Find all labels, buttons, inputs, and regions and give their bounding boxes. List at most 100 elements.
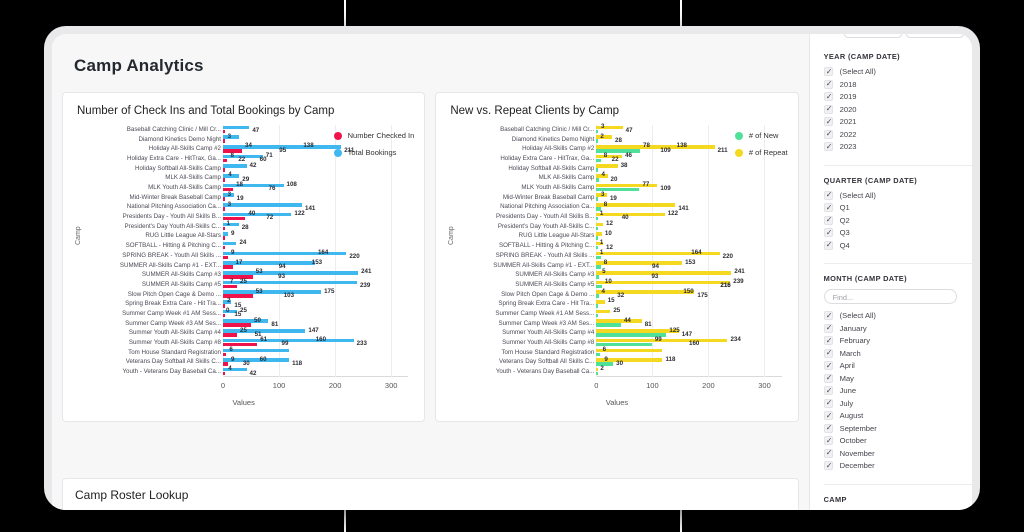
chart-bar-group[interactable] [223,270,408,279]
chart-bar-group[interactable] [596,241,781,250]
chart-bar[interactable] [223,255,229,260]
filter-month-option[interactable]: July [823,397,972,409]
chart-bar[interactable] [596,139,598,143]
filter-year-option[interactable]: 2021 [823,116,972,128]
chart-bar-group[interactable] [596,299,781,308]
chart-bar[interactable] [596,203,676,207]
checkbox-checked-icon[interactable] [823,66,834,78]
checkbox-checked-icon[interactable] [823,422,834,434]
checkbox-checked-icon[interactable] [823,385,834,397]
legend-item-repeat[interactable]: # of Repeat [734,148,788,157]
chart-bar[interactable] [596,129,598,134]
chart-bar[interactable] [596,352,600,357]
legend-item-number-checked-in[interactable]: Number Checked In [333,131,414,140]
chart-bar[interactable] [223,304,225,308]
filter-month-option[interactable]: February [823,335,972,347]
chart-bar[interactable] [223,333,237,337]
checkbox-checked-icon[interactable] [823,214,834,226]
filter-year-option[interactable]: 2023 [823,141,972,153]
chart-bar[interactable] [223,245,225,250]
chart-bar[interactable] [596,178,599,182]
chart-bar-group[interactable] [596,232,781,241]
chart-bar[interactable] [596,226,598,231]
chart-bar[interactable] [223,313,225,318]
checkbox-checked-icon[interactable] [823,435,834,447]
filter-month-option[interactable]: September [823,422,972,434]
filter-quarter-option[interactable]: Q2 [823,214,972,226]
chart-bar-group[interactable] [223,183,408,192]
chart-bar[interactable] [596,313,598,318]
chart-bar[interactable] [596,236,598,240]
filter-month-option[interactable]: March [823,347,972,359]
checkbox-checked-icon[interactable] [823,78,834,90]
filter-quarter-option[interactable]: Q4 [823,239,972,251]
chart-bar-group[interactable] [596,348,781,357]
chart-bar[interactable] [223,178,226,182]
filter-year-option[interactable]: (Select All) [823,66,972,78]
chart-bar-group[interactable] [223,222,408,231]
chart-bar[interactable] [596,168,598,172]
chart2-legend[interactable]: # of New # of Repeat [734,131,788,165]
chart-bar[interactable] [596,164,618,168]
chart-bar[interactable] [223,197,225,202]
chart-bar-group[interactable] [596,270,781,279]
chart-bar-group[interactable] [223,173,408,182]
chart-bar[interactable] [223,168,225,172]
chart-bar[interactable] [223,222,239,227]
checkbox-checked-icon[interactable] [823,310,834,322]
checkbox-checked-icon[interactable] [823,447,834,459]
filter-quarter-option[interactable]: (Select All) [823,189,972,201]
filter-month-option[interactable]: April [823,360,972,372]
chart-bar[interactable] [223,342,258,347]
chart-bar[interactable] [223,226,225,231]
month-search-input[interactable]: Find... [823,289,957,304]
chart1-legend[interactable]: Number Checked In Total Bookings [333,131,415,165]
filter-month-option[interactable]: May [823,372,972,384]
chart-new-vs-repeat[interactable]: Camp Baseball Catching Clinic / Mill Cr.… [444,123,789,407]
chart-bar-group[interactable] [596,367,781,376]
chart-bar[interactable] [223,207,225,211]
filter-month-option[interactable]: December [823,460,972,472]
chart-bar[interactable] [223,371,226,376]
legend-item-new[interactable]: # of New [734,131,788,140]
chart-bar-group[interactable] [223,241,408,250]
chart-bar[interactable] [596,274,600,279]
filter-year-option[interactable]: 2019 [823,91,972,103]
filter-month-option[interactable]: October [823,435,972,447]
chart-bar[interactable] [596,135,612,139]
checkbox-checked-icon[interactable] [823,128,834,140]
checkbox-checked-icon[interactable] [823,335,834,347]
panel-control-stub-right[interactable] [906,34,964,38]
chart-bar-group[interactable] [223,358,408,367]
checkbox-checked-icon[interactable] [823,141,834,153]
chart-bar-group[interactable] [596,222,781,231]
checkbox-checked-icon[interactable] [823,91,834,103]
chart-bar-group[interactable] [223,193,408,202]
chart-bar[interactable] [223,367,247,372]
legend-item-total-bookings[interactable]: Total Bookings [333,148,415,157]
chart-bar[interactable] [596,197,598,202]
checkbox-checked-icon[interactable] [823,202,834,214]
chart-bar[interactable] [223,241,237,246]
checkbox-checked-icon[interactable] [823,116,834,128]
checkbox-checked-icon[interactable] [823,372,834,384]
chart-bar-group[interactable] [596,183,781,192]
checkbox-checked-icon[interactable] [823,360,834,372]
chart-bar[interactable] [596,148,641,153]
chart-bar[interactable] [223,203,303,207]
chart-bar[interactable] [596,280,731,285]
chart-checkins[interactable]: Camp Baseball Catching Clinic / Mill Cr.… [71,125,416,407]
chart-bar-group[interactable] [223,290,408,299]
chart-bar[interactable] [596,270,732,275]
checkbox-checked-icon[interactable] [823,397,834,409]
chart-bar[interactable] [596,265,601,269]
checkbox-checked-icon[interactable] [823,227,834,239]
filter-year-option[interactable]: 2018 [823,78,972,90]
filter-month-option[interactable]: January [823,322,972,334]
chart-bar[interactable] [596,371,598,376]
chart-bar[interactable] [223,129,225,134]
checkbox-checked-icon[interactable] [823,410,834,422]
chart-bar[interactable] [223,236,225,240]
filter-month-option[interactable]: August [823,410,972,422]
chart-bar[interactable] [596,216,598,221]
